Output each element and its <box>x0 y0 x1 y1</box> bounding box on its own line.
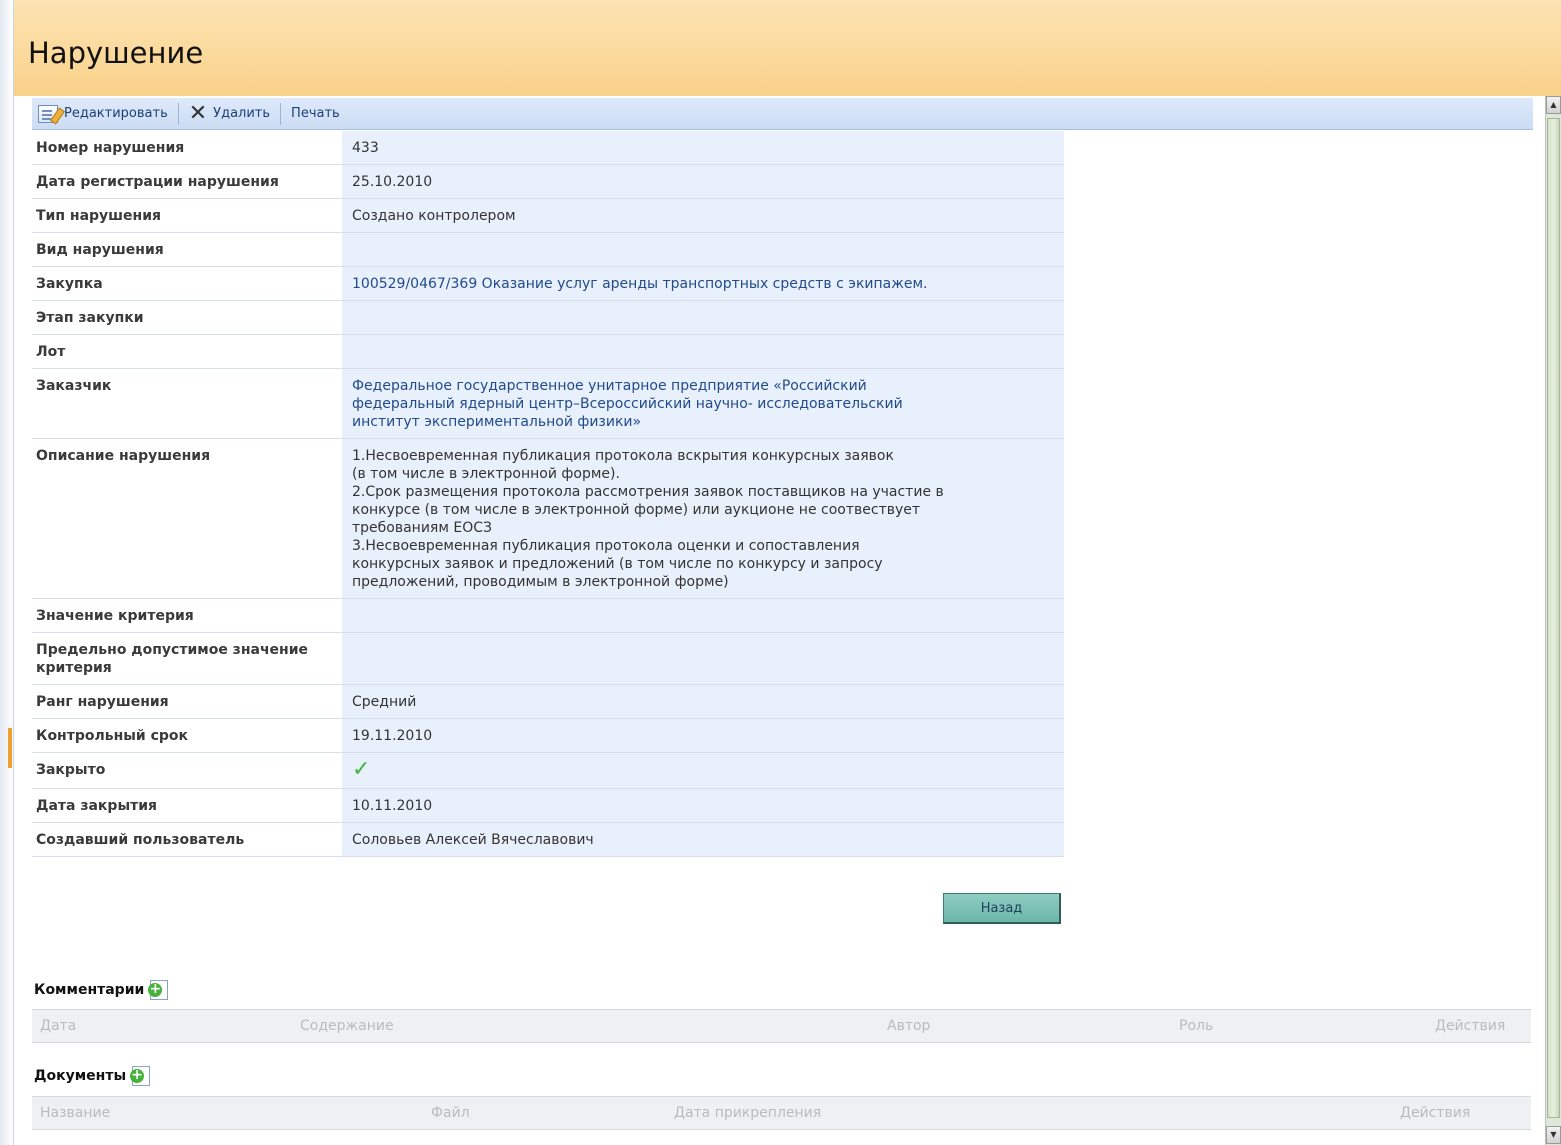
lot-value <box>342 334 1064 369</box>
detail-label: Значение критерия <box>32 598 342 633</box>
violation-kind-value <box>342 232 1064 267</box>
print-label: Печать <box>291 106 340 121</box>
back-button[interactable]: Назад <box>943 893 1061 924</box>
documents-col-name[interactable]: Название <box>40 1105 110 1121</box>
detail-label: Заказчик <box>32 368 342 439</box>
purchase-link[interactable]: 100529/0467/369 Оказание услуг аренды тр… <box>342 266 1064 301</box>
detail-label: Ранг нарушения <box>32 684 342 719</box>
detail-label: Контрольный срок <box>32 718 342 753</box>
detail-row-deadline: Контрольный срок 19.11.2010 <box>32 718 1064 753</box>
description-value: 1.Несвоевременная публикация протокола в… <box>342 438 1064 599</box>
edit-button[interactable]: Редактировать <box>32 98 174 129</box>
detail-row-created-by: Создавший пользователь Соловьев Алексей … <box>32 822 1064 857</box>
detail-row-lot: Лот <box>32 334 1064 369</box>
customer-line: федеральный ядерный центр–Всероссийский … <box>352 396 903 412</box>
toolbar-separator <box>280 102 282 125</box>
documents-col-actions: Действия <box>1400 1105 1471 1121</box>
comments-col-date[interactable]: Дата <box>40 1018 76 1034</box>
toolbar-separator <box>177 102 179 125</box>
detail-label: Этап закупки <box>32 300 342 335</box>
detail-row-rank: Ранг нарушения Средний <box>32 684 1064 719</box>
closing-date-value: 10.11.2010 <box>342 788 1064 823</box>
documents-grid-header: Название Файл Дата прикрепления Действия <box>32 1096 1531 1130</box>
documents-section-title: Документы <box>34 1066 151 1086</box>
violation-type-value: Создано контролером <box>342 198 1064 233</box>
detail-label: Вид нарушения <box>32 232 342 267</box>
customer-line: Федеральное государственное унитарное пр… <box>352 378 867 394</box>
description-line: конкурсе (в том числе в электронной форм… <box>352 502 921 518</box>
add-document-icon[interactable] <box>130 1066 151 1086</box>
description-line: 1.Несвоевременная публикация протокола в… <box>352 448 894 464</box>
criterion-limit-value <box>342 632 1064 685</box>
checkmark-icon: ✓ <box>352 757 371 782</box>
comments-col-content[interactable]: Содержание <box>300 1018 394 1034</box>
toolbar: Редактировать ✕ Удалить Печать <box>32 98 1533 130</box>
description-line: конкурсных заявок и предложений (в том ч… <box>352 556 883 572</box>
detail-row-registration-date: Дата регистрации нарушения 25.10.2010 <box>32 164 1064 199</box>
detail-row-purchase: Закупка 100529/0467/369 Оказание услуг а… <box>32 266 1064 301</box>
purchase-stage-value <box>342 300 1064 335</box>
comments-col-role[interactable]: Роль <box>1179 1018 1213 1034</box>
detail-row-type: Тип нарушения Создано контролером <box>32 198 1064 233</box>
detail-label: Дата регистрации нарушения <box>32 164 342 199</box>
comments-grid-header: Дата Содержание Автор Роль Действия <box>32 1009 1531 1043</box>
detail-row-closed: Закрыто ✓ <box>32 752 1064 789</box>
detail-label: Лот <box>32 334 342 369</box>
closed-value: ✓ <box>342 752 1064 789</box>
criterion-value <box>342 598 1064 633</box>
comments-col-author[interactable]: Автор <box>887 1018 930 1034</box>
add-comment-icon[interactable] <box>148 980 169 1000</box>
detail-row-purchase-stage: Этап закупки <box>32 300 1064 335</box>
detail-row-closing-date: Дата закрытия 10.11.2010 <box>32 788 1064 823</box>
detail-row-kind: Вид нарушения <box>32 232 1064 267</box>
left-edge-marker <box>8 728 12 768</box>
detail-label: Закрыто <box>32 752 342 789</box>
documents-col-attach-date[interactable]: Дата прикрепления <box>674 1105 821 1121</box>
violation-number-value: 433 <box>342 131 1064 165</box>
description-line: предложений, проводимым в электронной фо… <box>352 574 729 590</box>
scroll-up-button[interactable]: ▲ <box>1546 96 1561 114</box>
scroll-down-button[interactable]: ▼ <box>1546 1126 1561 1144</box>
description-line: 2.Срок размещения протокола рассмотрения… <box>352 484 944 500</box>
deadline-value: 19.11.2010 <box>342 718 1064 753</box>
created-by-value: Соловьев Алексей Вячеславович <box>342 822 1064 857</box>
detail-label: Описание нарушения <box>32 438 342 599</box>
detail-label: Создавший пользователь <box>32 822 342 857</box>
details-table: Номер нарушения 433 Дата регистрации нар… <box>32 131 1064 857</box>
detail-row-number: Номер нарушения 433 <box>32 131 1064 165</box>
documents-col-file[interactable]: Файл <box>431 1105 470 1121</box>
delete-icon: ✕ <box>188 100 208 126</box>
registration-date-value: 25.10.2010 <box>342 164 1064 199</box>
detail-row-criterion-value: Значение критерия <box>32 598 1064 633</box>
page-title: Нарушение <box>28 36 204 70</box>
scroll-thumb[interactable] <box>1547 118 1560 1118</box>
detail-row-criterion-limit: Предельно допустимое значение критерия <box>32 632 1064 685</box>
customer-link[interactable]: Федеральное государственное унитарное пр… <box>342 368 1064 439</box>
edit-icon <box>38 104 58 123</box>
customer-line: институт экспериментальной физики» <box>352 414 642 430</box>
rank-value: Средний <box>342 684 1064 719</box>
comments-section-title: Комментарии <box>34 980 169 1000</box>
detail-label: Закупка <box>32 266 342 301</box>
description-line: (в том числе в электронной форме). <box>352 466 620 482</box>
documents-title: Документы <box>34 1068 127 1084</box>
left-edge <box>0 0 14 1145</box>
detail-label: Дата закрытия <box>32 788 342 823</box>
detail-label: Тип нарушения <box>32 198 342 233</box>
comments-col-actions: Действия <box>1435 1018 1506 1034</box>
print-button[interactable]: Печать <box>285 98 346 129</box>
description-line: требованиям ЕОСЗ <box>352 520 492 536</box>
detail-row-customer: Заказчик Федеральное государственное уни… <box>32 368 1064 439</box>
comments-title: Комментарии <box>34 982 145 998</box>
delete-button[interactable]: ✕ Удалить <box>183 98 276 129</box>
detail-label: Предельно допустимое значение критерия <box>32 632 342 685</box>
detail-label: Номер нарушения <box>32 131 342 165</box>
edit-label: Редактировать <box>64 106 168 121</box>
detail-row-description: Описание нарушения 1.Несвоевременная пуб… <box>32 438 1064 599</box>
delete-label: Удалить <box>213 106 271 121</box>
vertical-scrollbar[interactable]: ▲ ▼ <box>1545 96 1561 1145</box>
page-header: Нарушение <box>14 0 1561 96</box>
description-line: 3.Несвоевременная публикация протокола о… <box>352 538 860 554</box>
